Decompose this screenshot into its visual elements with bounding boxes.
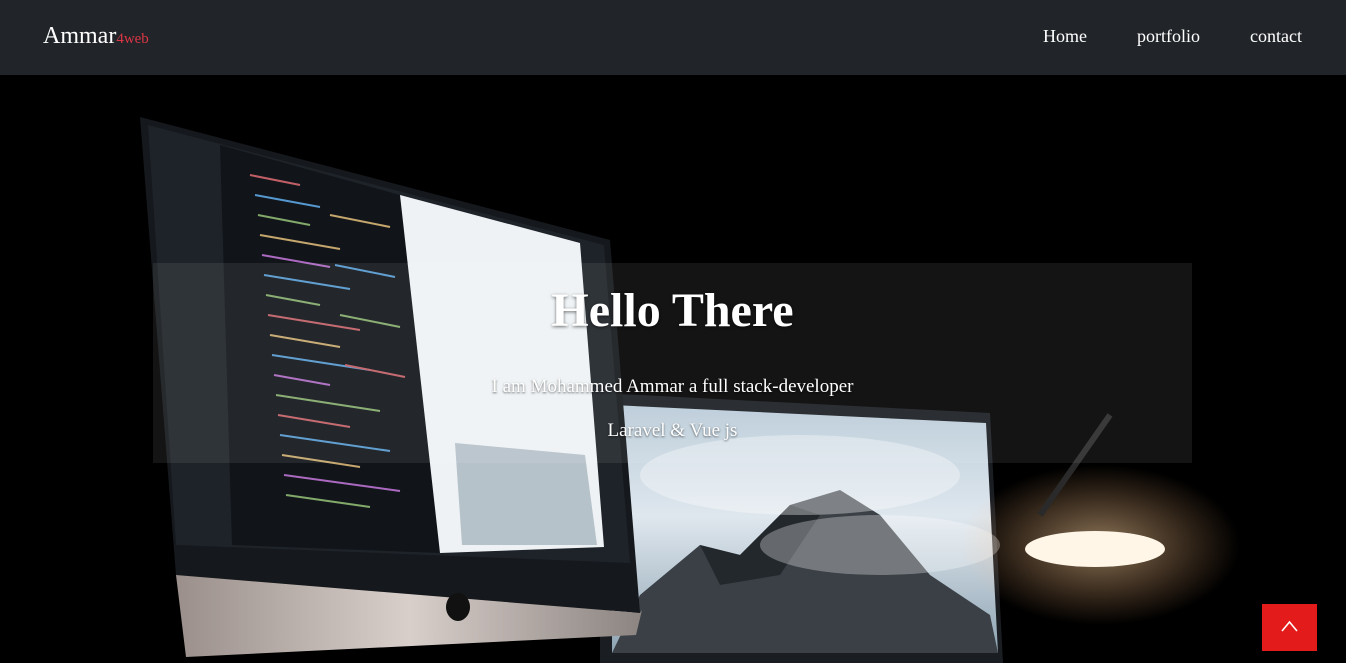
hero-title: Hello There (551, 284, 794, 337)
hero-tech-stack: Laravel & Vue js (607, 420, 738, 441)
nav-links: Home portfolio contact (993, 25, 1302, 47)
brand-logo[interactable]: Ammar4web (43, 22, 149, 53)
nav-link-portfolio[interactable]: portfolio (1137, 25, 1200, 47)
scroll-to-top-button[interactable] (1262, 604, 1317, 651)
nav-link-home[interactable]: Home (1043, 25, 1087, 47)
hero-section: Hello There I am Mohammed Ammar a full s… (0, 75, 1346, 663)
hero-overlay-box: Hello There I am Mohammed Ammar a full s… (153, 263, 1192, 463)
brand-name: Ammar (43, 23, 117, 49)
hero-subtitle: I am Mohammed Ammar a full stack-develop… (491, 376, 854, 397)
brand-suffix: 4web (116, 31, 149, 47)
navbar: Ammar4web Home portfolio contact (0, 0, 1346, 75)
nav-link-contact[interactable]: contact (1250, 25, 1302, 47)
chevron-up-icon (1281, 620, 1298, 632)
